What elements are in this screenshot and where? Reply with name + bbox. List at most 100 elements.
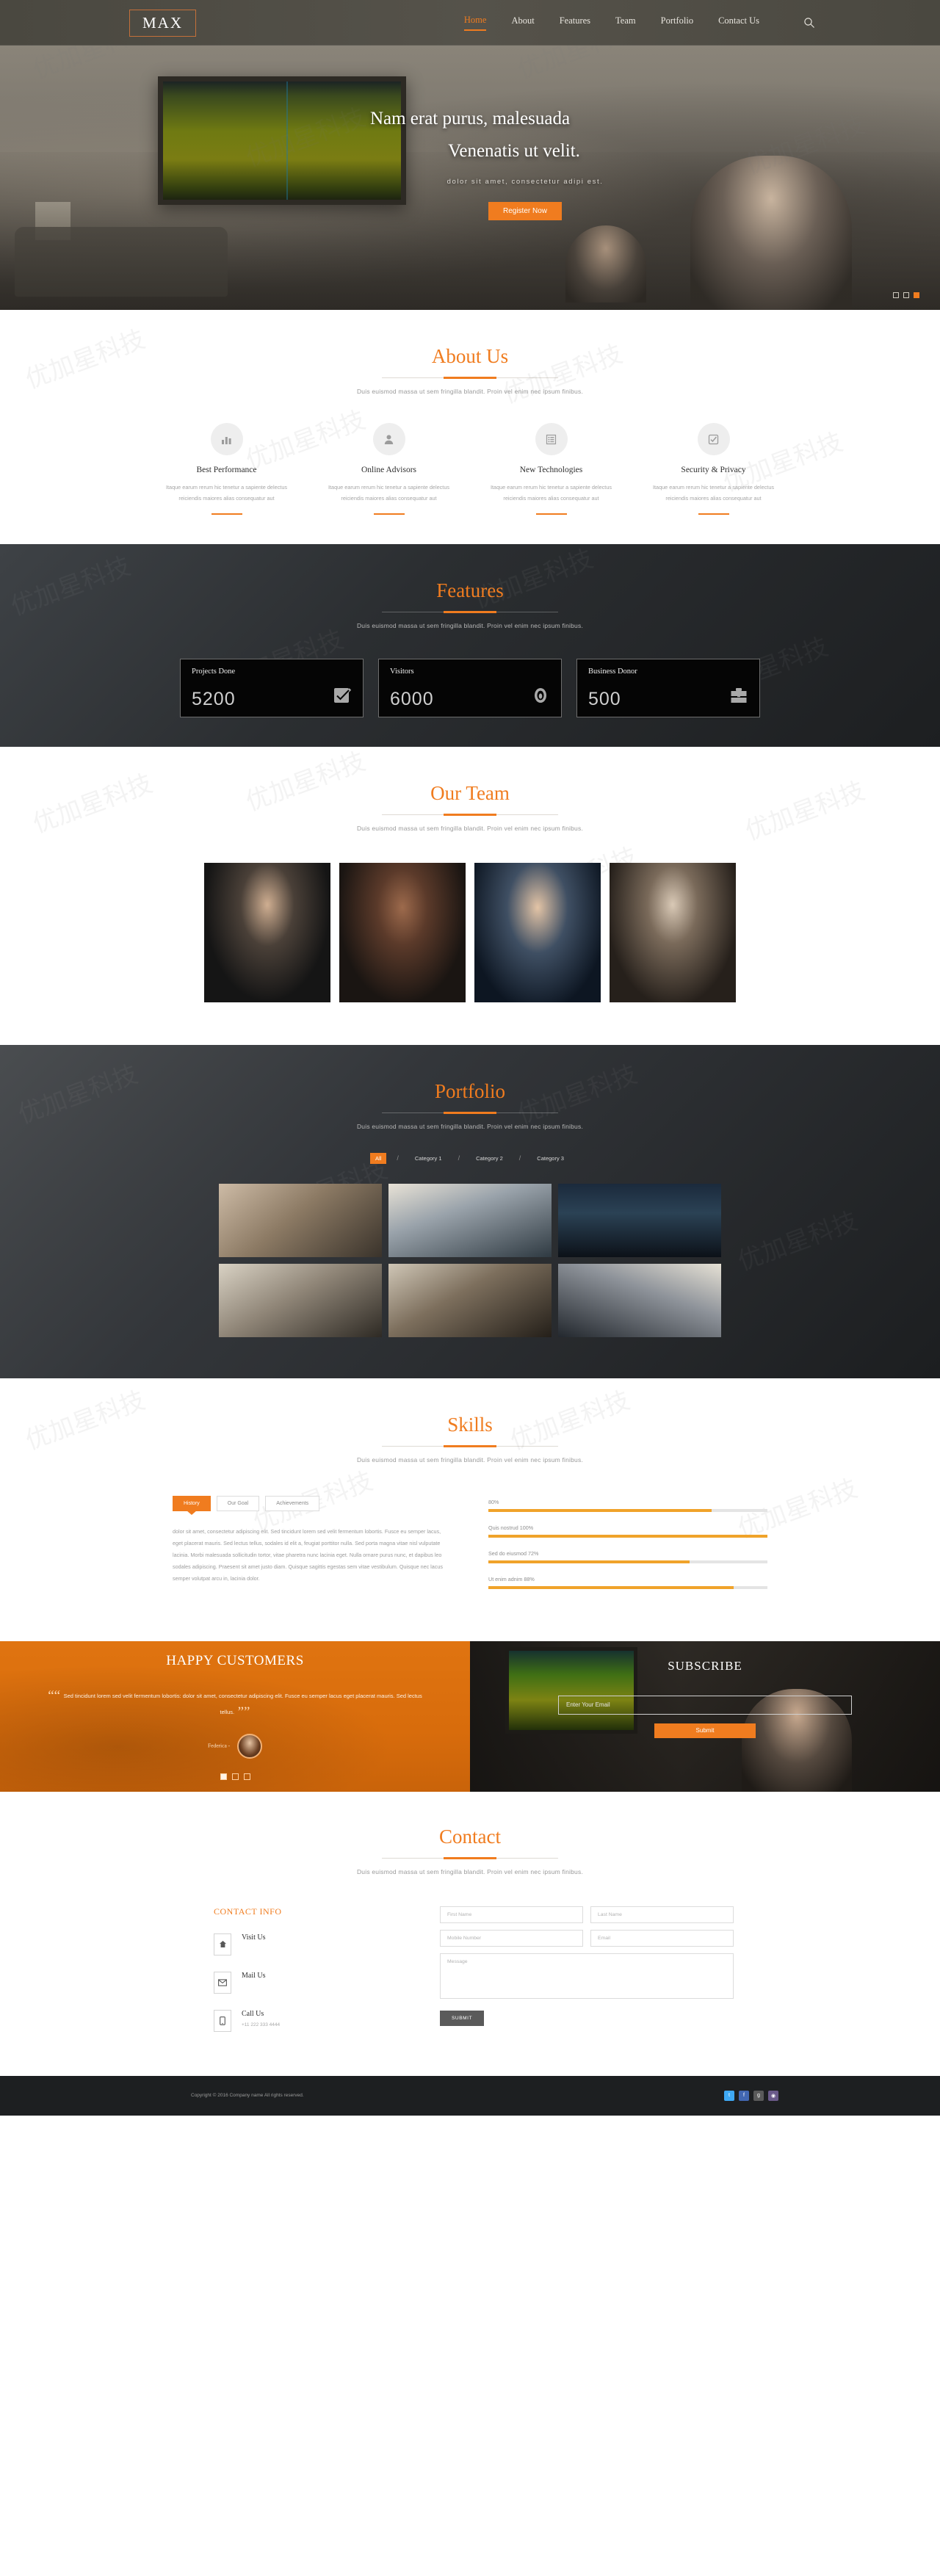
portfolio-filter-all[interactable]: All (370, 1152, 387, 1164)
about-card-security-privacy[interactable]: Security & Privacy Itaque earum rerum hi… (646, 423, 781, 515)
about-cards: Best Performance Itaque earum rerum hic … (0, 423, 940, 515)
skill-percent: 72% (527, 1549, 539, 1557)
skills-tabs-panel: History Our Goal Achievements dolor sit … (173, 1495, 444, 1602)
search-icon[interactable] (803, 17, 815, 29)
testimonial-dot-2[interactable] (231, 1773, 239, 1780)
about-card-title: Best Performance (196, 466, 257, 474)
hero-dot-1[interactable] (893, 292, 899, 298)
about-card-best-performance[interactable]: Best Performance Itaque earum rerum hic … (159, 423, 294, 515)
skill-bar-fill (488, 1560, 690, 1563)
tab-our-goal[interactable]: Our Goal (216, 1495, 260, 1511)
team-subtitle: Duis euismod massa ut sem fringilla blan… (356, 824, 584, 832)
nav-item-portfolio[interactable]: Portfolio (661, 15, 693, 30)
last-name-input[interactable] (590, 1906, 734, 1923)
portfolio-subtitle: Duis euismod massa ut sem fringilla blan… (356, 1122, 584, 1130)
team-title: Our Team (430, 781, 510, 804)
list-icon (535, 423, 568, 455)
testimonial-subscribe-section: HAPPY CUSTOMERS ““ Sed tincidunt lorem s… (0, 1640, 940, 1792)
nav-item-team[interactable]: Team (615, 15, 636, 30)
contact-form: SUBMIT (440, 1906, 734, 2048)
about-subtitle: Duis euismod massa ut sem fringilla blan… (356, 388, 584, 395)
phone-icon (214, 2009, 231, 2032)
contact-info-value: +11 222 333 4444 (242, 2022, 281, 2027)
contact-submit-button[interactable]: SUBMIT (440, 2010, 485, 2026)
subscribe-submit-button[interactable]: Submit (654, 1723, 756, 1738)
first-name-input[interactable] (440, 1906, 583, 1923)
nav-item-about[interactable]: About (511, 15, 534, 30)
about-card-new-technologies[interactable]: New Technologies Itaque earum rerum hic … (483, 423, 619, 515)
counter-projects-done: Projects Done 5200 (180, 658, 364, 717)
portfolio-filter-category-1[interactable]: Category 1 (409, 1152, 448, 1165)
portfolio-item-4[interactable] (219, 1263, 382, 1337)
facebook-icon[interactable]: f (739, 2090, 749, 2101)
feature-counters: Projects Done 5200 Visitors 6000 Busines… (0, 658, 940, 717)
filter-separator: / (458, 1154, 460, 1162)
counter-label: Business Donor (588, 667, 637, 676)
skill-percent: 80% (488, 1498, 499, 1505)
portfolio-item-1[interactable] (219, 1183, 382, 1257)
home-icon (214, 1933, 231, 1955)
skill-bar-fill (488, 1508, 712, 1512)
portfolio-item-6[interactable] (558, 1263, 721, 1337)
team-divider (382, 814, 558, 815)
register-now-button[interactable]: Register Now (488, 201, 563, 220)
portfolio-filter-category-2[interactable]: Category 2 (470, 1152, 509, 1165)
about-card-text: Itaque earum rerum hic tenetur a sapient… (165, 484, 288, 502)
hero-dot-3[interactable] (914, 292, 919, 298)
testimonial-quote-block: ““ Sed tincidunt lorem sed velit ferment… (0, 1688, 470, 1721)
instagram-icon[interactable]: ◉ (768, 2090, 778, 2101)
skill-percent: 100% (519, 1524, 534, 1531)
contact-info-label: Call Us (242, 2009, 264, 2018)
testimonial-dot-1[interactable] (220, 1773, 227, 1780)
happy-customers-title: HAPPY CUSTOMERS (166, 1652, 304, 1668)
contact-title: Contact (439, 1825, 501, 1848)
nav-item-contact-us[interactable]: Contact Us (718, 15, 759, 30)
contact-subtitle: Duis euismod massa ut sem fringilla blan… (356, 1867, 584, 1875)
subscribe-title: SUBSCRIBE (668, 1658, 742, 1673)
about-card-title: Online Advisors (361, 466, 417, 474)
hero-sofa (15, 227, 228, 297)
twitter-icon[interactable]: t (724, 2090, 734, 2101)
skills-section: 优加星科技 优加星科技 优加星科技 优加星科技 Skills Duis euis… (0, 1378, 940, 1641)
portfolio-filter-category-3[interactable]: Category 3 (531, 1152, 570, 1165)
testimonial-dot-3[interactable] (243, 1773, 250, 1780)
google-plus-icon[interactable]: g (753, 2090, 764, 2101)
hero-person-background (565, 225, 646, 303)
hero-dot-2[interactable] (903, 292, 909, 298)
team-member-photo-4[interactable] (610, 862, 736, 1002)
skills-divider (382, 1445, 558, 1447)
subscribe-email-input[interactable] (558, 1695, 852, 1715)
features-title: Features (436, 579, 504, 601)
tab-history[interactable]: History (173, 1495, 211, 1511)
counter-visitors: Visitors 6000 (378, 658, 562, 717)
email-input[interactable] (590, 1929, 734, 1947)
site-header: MAX Home About Features Team Portfolio C… (0, 0, 940, 46)
about-card-underline (211, 513, 242, 515)
team-member-photo-3[interactable] (474, 862, 601, 1002)
message-textarea[interactable] (440, 1953, 734, 1999)
about-card-title: New Technologies (519, 466, 583, 474)
user-icon (372, 423, 405, 455)
happy-customers-panel: HAPPY CUSTOMERS ““ Sed tincidunt lorem s… (0, 1640, 470, 1792)
portfolio-grid (0, 1183, 940, 1337)
tab-achievements[interactable]: Achievements (265, 1495, 320, 1511)
about-card-underline (535, 513, 567, 515)
contact-info-title: CONTACT INFO (214, 1906, 282, 1917)
mobile-number-input[interactable] (440, 1929, 583, 1947)
portfolio-item-2[interactable] (388, 1183, 552, 1257)
nav-item-features[interactable]: Features (560, 15, 590, 30)
hero-title-line-1: Nam erat purus, malesuada (369, 109, 571, 129)
logo[interactable]: MAX (129, 9, 197, 37)
skill-bar-4: Ut enim adnim 88% (488, 1576, 767, 1589)
about-card-online-advisors[interactable]: Online Advisors Itaque earum rerum hic t… (321, 423, 457, 515)
team-member-photo-1[interactable] (204, 862, 330, 1002)
about-card-underline (698, 513, 729, 515)
portfolio-item-5[interactable] (388, 1263, 552, 1337)
counter-value: 5200 (192, 688, 236, 709)
team-member-photo-2[interactable] (339, 862, 466, 1002)
portfolio-item-3[interactable] (558, 1183, 721, 1257)
subscribe-panel: SUBSCRIBE Submit (470, 1640, 940, 1792)
about-card-text: Itaque earum rerum hic tenetur a sapient… (328, 484, 450, 502)
contact-info-mail-us: Mail Us (214, 1971, 405, 1994)
nav-item-home[interactable]: Home (463, 15, 487, 31)
